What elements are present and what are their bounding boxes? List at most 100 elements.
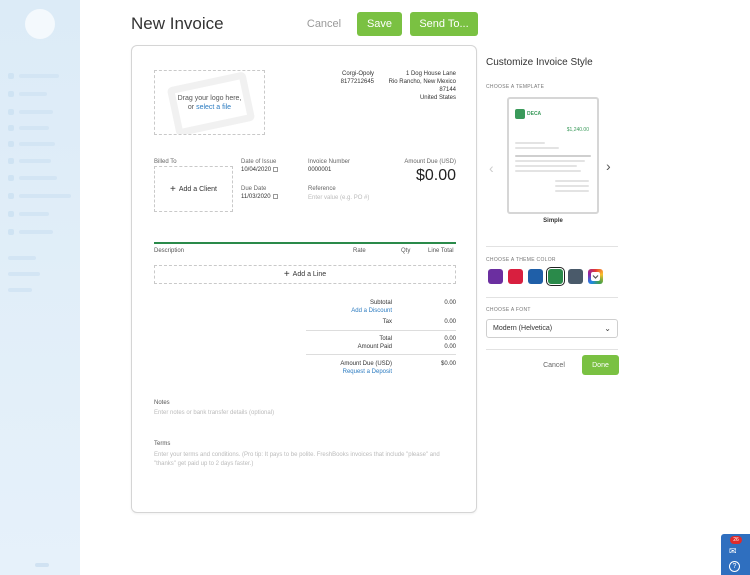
notes-label: Notes [154,400,170,406]
nav-icon [8,91,14,97]
nav-icon [8,193,14,199]
done-button[interactable]: Done [582,355,619,375]
template-line [555,190,589,192]
address-line: United States [419,95,456,101]
template-line [515,142,545,144]
due-date-value: 11/03/2020 [241,194,271,200]
nav-icon [8,109,14,115]
nav-label [19,126,49,130]
sidebar-item[interactable] [8,174,57,182]
plus-icon: + [170,183,176,195]
sidebar-item[interactable] [8,140,55,148]
sidebar-item[interactable] [8,210,49,218]
font-select[interactable]: Modern (Helvetica) ⌄ [486,319,618,338]
template-line [555,180,589,182]
company-address[interactable]: 1 Dog House Lane Rio Rancho, New Mexico … [382,70,456,102]
tax-row: Tax 0.00 [306,319,456,327]
color-swatch-slate[interactable] [568,269,583,284]
amount-due-label: Amount Due (USD) [404,159,456,165]
nav-label [19,159,51,163]
due-date-field[interactable]: 11/03/2020 [241,194,278,200]
nav-label [19,92,47,96]
cancel-button[interactable]: Cancel [300,12,348,36]
total-value: 0.00 [444,336,456,342]
save-button[interactable]: Save [357,12,402,36]
logo-drop-or: or [187,104,197,111]
template-logo-icon [515,108,525,119]
plus-icon: + [283,269,290,280]
customize-title: Customize Invoice Style [486,57,593,68]
nav-label [19,194,71,198]
sidebar-item[interactable] [8,192,71,200]
chevron-right-icon[interactable]: › [606,158,611,174]
template-amount: $1,240.00 [566,127,589,133]
sidebar [0,0,80,575]
nav-label [19,110,53,114]
sidebar-item[interactable] [8,270,40,278]
company-info[interactable]: Corgi-Opoly 8177212645 [330,70,374,86]
reference-input[interactable]: Enter value (e.g. PO #) [308,195,369,201]
sidebar-item[interactable] [8,286,32,294]
sidebar-item[interactable] [8,228,53,236]
custom-color-picker[interactable] [588,269,603,284]
sidebar-item[interactable] [8,108,53,116]
help-icon[interactable]: ? [729,561,740,572]
total-row: Total 0.00 [306,336,456,344]
subtotal-label: Subtotal [369,300,392,306]
add-client-button[interactable]: + Add a Client [154,166,233,212]
send-to-button[interactable]: Send To... [410,12,478,36]
nav-label [19,74,59,78]
add-line-button[interactable]: + Add a Line [154,265,456,284]
template-line [515,155,591,157]
sidebar-item[interactable] [8,254,36,262]
column-qty: Qty [401,248,411,254]
sidebar-item[interactable] [8,124,49,132]
avatar[interactable] [25,9,55,39]
color-swatch-blue[interactable] [528,269,543,284]
company-name: Corgi-Opoly [341,71,374,77]
sidebar-item[interactable] [8,72,59,80]
help-widget[interactable]: 26 ✉ ? [721,534,750,575]
sidebar-item[interactable] [8,90,47,98]
deposit-row: Request a Deposit [306,369,456,377]
amount-due-row: Amount Due (USD) $0.00 [306,361,456,369]
subtotal-value: 0.00 [444,300,456,306]
logo-dropzone[interactable]: Drag your logo here, or select a file [154,70,265,135]
nav-icon [8,158,14,164]
invoice-number-field[interactable]: 0000001 [308,167,331,173]
chevron-down-icon: ⌄ [604,324,611,333]
color-swatch-red[interactable] [508,269,523,284]
add-discount-link[interactable]: Add a Discount [351,308,392,314]
totals-amount-due-label: Amount Due (USD) [340,361,392,367]
totals-divider [306,330,456,331]
column-rate: Rate [353,248,366,254]
date-of-issue-field[interactable]: 10/04/2020 [241,167,279,173]
template-line [515,147,559,149]
notes-input[interactable]: Enter notes or bank transfer details (op… [154,410,274,416]
chevron-left-icon[interactable]: ‹ [489,160,494,176]
template-line [515,160,585,162]
nav-icon [8,125,14,131]
color-swatch-green[interactable] [546,267,565,286]
tax-label: Tax [382,319,392,325]
template-preview[interactable]: DECA $1,240.00 [507,97,599,214]
request-deposit-link[interactable]: Request a Deposit [343,369,392,375]
select-file-link[interactable]: select a file [196,104,231,111]
address-line: Rio Rancho, New Mexico [388,79,456,85]
billed-to-label: Billed To [154,159,177,165]
panel-divider [486,349,618,350]
logo-drop-text: Drag your logo here, [177,95,242,102]
customize-cancel-button[interactable]: Cancel [539,357,569,373]
panel-divider [486,297,618,298]
invoice-number-label: Invoice Number [308,159,351,165]
tax-value: 0.00 [444,319,456,325]
invoice-editor: Drag your logo here, or select a file Co… [131,45,477,513]
date-of-issue-label: Date of Issue [241,159,277,165]
choose-color-label: CHOOSE A THEME COLOR [486,257,556,263]
color-swatch-purple[interactable] [488,269,503,284]
sidebar-item[interactable] [8,157,51,165]
announcement-icon[interactable]: ✉ [729,546,737,557]
terms-input[interactable]: Enter your terms and conditions. (Pro ti… [154,451,456,469]
template-line [515,165,577,167]
amount-paid-label: Amount Paid [357,344,392,350]
